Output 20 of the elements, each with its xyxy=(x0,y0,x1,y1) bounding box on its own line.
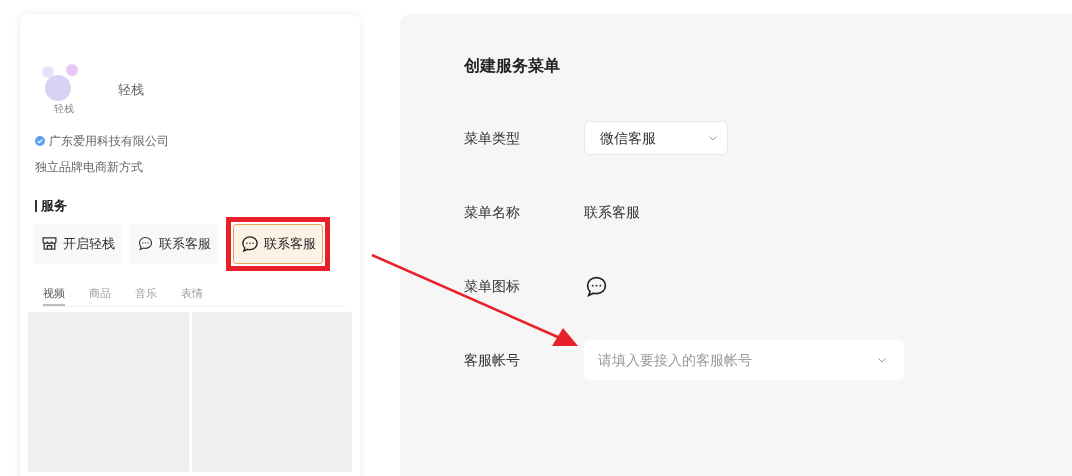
service-button[interactable]: 联系客服 xyxy=(130,223,218,264)
brand-logo: 轻栈 xyxy=(38,64,90,116)
chat-bubble-icon xyxy=(240,233,260,254)
storefront-icon xyxy=(41,235,58,252)
service-button[interactable]: 联系客服 xyxy=(233,223,323,264)
form-label: 客服帐号 xyxy=(464,350,521,370)
slogan: 独立品牌电商新方式 xyxy=(35,159,144,176)
section-marker xyxy=(35,199,37,212)
form-label: 菜单类型 xyxy=(464,128,521,148)
menu-type-select[interactable]: 微信客服 xyxy=(584,121,728,155)
brand-name: 轻栈 xyxy=(118,81,144,100)
section-title: 服务 xyxy=(41,197,67,215)
form-title: 创建服务菜单 xyxy=(464,55,561,77)
form-label: 菜单图标 xyxy=(464,276,521,296)
form-label: 菜单名称 xyxy=(464,202,521,222)
content-tab[interactable]: 视频 xyxy=(43,285,65,306)
chat-bubble-icon xyxy=(137,235,154,252)
menu-name-value: 联系客服 xyxy=(584,202,640,222)
company-name: 广东爱用科技有限公司 xyxy=(49,133,169,150)
service-button[interactable]: 开启轻栈 xyxy=(34,223,122,264)
